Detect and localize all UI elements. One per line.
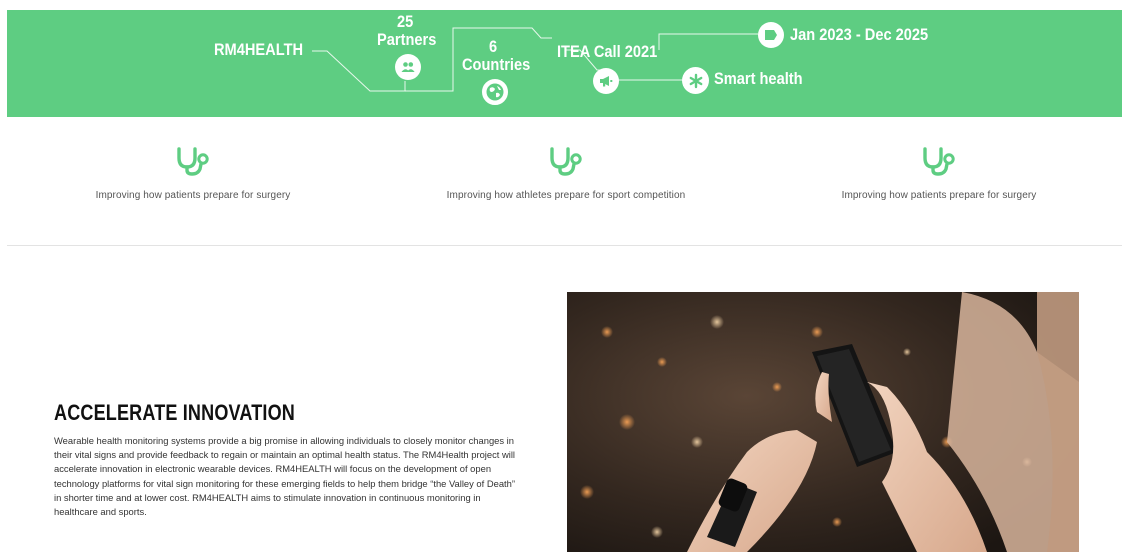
flag-icon [758, 22, 784, 48]
section-heading: ACCELERATE INNOVATION [54, 400, 295, 425]
countries-count: 6 [489, 37, 498, 56]
feature-text: Improving how athletes prepare for sport… [446, 190, 686, 201]
project-period: Jan 2023 - Dec 2025 [790, 25, 929, 44]
feature-item: Improving how athletes prepare for sport… [386, 146, 746, 201]
globe-icon [481, 78, 509, 106]
project-name: RM4HEALTH [214, 40, 304, 59]
asterisk-icon [682, 67, 709, 94]
feature-text: Improving how patients prepare for surge… [841, 190, 1037, 201]
countries-label: Countries [462, 55, 531, 74]
stethoscope-icon [177, 147, 209, 176]
feature-item: Improving how patients prepare for surge… [13, 146, 373, 201]
smart-health-topic: Smart health [714, 69, 803, 88]
project-banner: RM4HEALTH 25 Partners 6 Countries ITEA C… [7, 10, 1122, 117]
section-body: Wearable health monitoring systems provi… [54, 435, 516, 518]
connector-lines [312, 27, 758, 92]
feature-text: Improving how patients prepare for surge… [95, 190, 291, 201]
stethoscope-icon [923, 147, 955, 176]
partners-count: 25 [397, 12, 414, 31]
smartwatch-photo [567, 292, 1079, 552]
partners-label: Partners [377, 30, 437, 49]
itea-call: ITEA Call 2021 [557, 42, 658, 61]
megaphone-icon [593, 68, 619, 94]
people-icon [395, 54, 421, 80]
section-divider [7, 245, 1122, 246]
feature-item: Improving how patients prepare for surge… [759, 146, 1119, 201]
stethoscope-icon [550, 147, 582, 176]
